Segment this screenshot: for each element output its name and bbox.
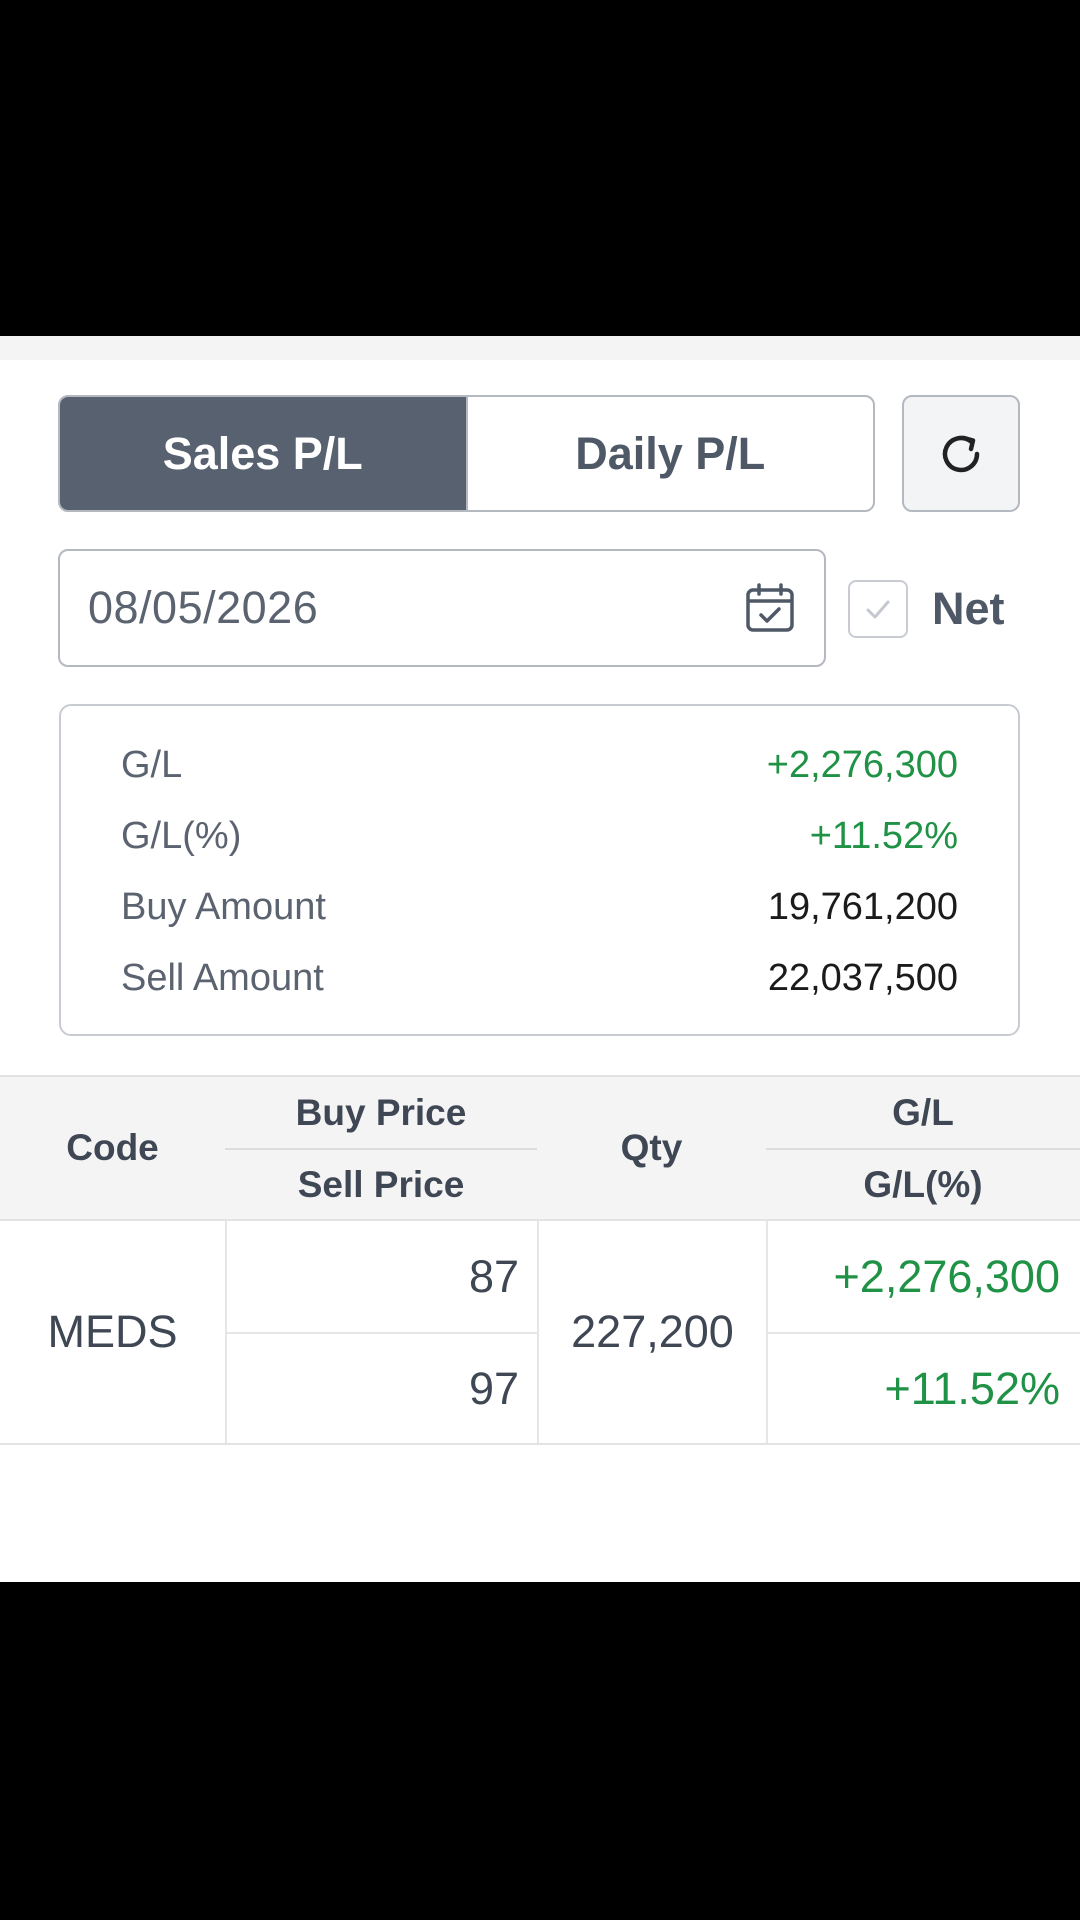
summary-key: Sell Amount: [121, 957, 324, 999]
calendar-icon[interactable]: [744, 582, 796, 634]
net-label: Net: [932, 583, 1005, 634]
summary-row-gl-pct: G/L(%) +11.52%: [121, 801, 958, 872]
top-black-bar: [0, 0, 1080, 336]
top-strip: [0, 336, 1080, 360]
app-screen: Sales P/L Daily P/L 08/05/2026 Net G/L +…: [0, 336, 1080, 1582]
summary-row-sell-amount: Sell Amount 22,037,500: [121, 943, 958, 1014]
summary-key: G/L: [121, 744, 183, 786]
summary-value: 19,761,200: [767, 886, 958, 928]
table-header: Code Buy Price Sell Price Qty G/L G/L(%): [0, 1075, 1080, 1221]
summary-value: 22,037,500: [767, 957, 958, 999]
tab-daily-pl[interactable]: Daily P/L: [465, 397, 874, 510]
cell-sell-price: 97: [468, 1362, 519, 1414]
net-checkbox[interactable]: [848, 580, 908, 638]
summary-value: +11.52%: [809, 815, 958, 857]
summary-card: G/L +2,276,300 G/L(%) +11.52% Buy Amount…: [59, 704, 1020, 1036]
checkmark-icon: [866, 600, 890, 619]
refresh-icon: [942, 435, 980, 472]
summary-row-gl: G/L +2,276,300: [121, 730, 958, 801]
cell-buy-price: 87: [468, 1250, 519, 1302]
header-qty[interactable]: Qty: [537, 1077, 766, 1219]
header-gl[interactable]: G/L: [766, 1077, 1080, 1148]
cell-gl: +2,276,300: [833, 1250, 1060, 1302]
bottom-black-bar: [0, 1582, 1080, 1920]
refresh-button[interactable]: [902, 395, 1020, 512]
table-row[interactable]: MEDS 87 97 227,200 +2,276,300 +11.52%: [0, 1221, 1080, 1445]
date-value: 08/05/2026: [88, 582, 319, 633]
cell-code: MEDS: [47, 1306, 178, 1357]
cell-gl-pct: +11.52%: [884, 1362, 1060, 1414]
pl-table: Code Buy Price Sell Price Qty G/L G/L(%)…: [0, 1075, 1080, 1445]
summary-key: G/L(%): [121, 815, 242, 857]
cell-qty: 227,200: [571, 1306, 734, 1357]
summary-value: +2,276,300: [766, 744, 958, 786]
date-field[interactable]: 08/05/2026: [58, 549, 826, 667]
net-toggle[interactable]: Net: [848, 579, 1005, 639]
header-buy-price[interactable]: Buy Price: [225, 1077, 537, 1148]
header-gl-pct[interactable]: G/L(%): [766, 1150, 1080, 1219]
summary-key: Buy Amount: [121, 886, 326, 928]
summary-row-buy-amount: Buy Amount 19,761,200: [121, 872, 958, 943]
pl-tab-switch: Sales P/L Daily P/L: [58, 395, 875, 512]
header-code[interactable]: Code: [0, 1077, 225, 1219]
header-sell-price[interactable]: Sell Price: [225, 1150, 537, 1219]
tab-sales-pl[interactable]: Sales P/L: [60, 397, 466, 510]
